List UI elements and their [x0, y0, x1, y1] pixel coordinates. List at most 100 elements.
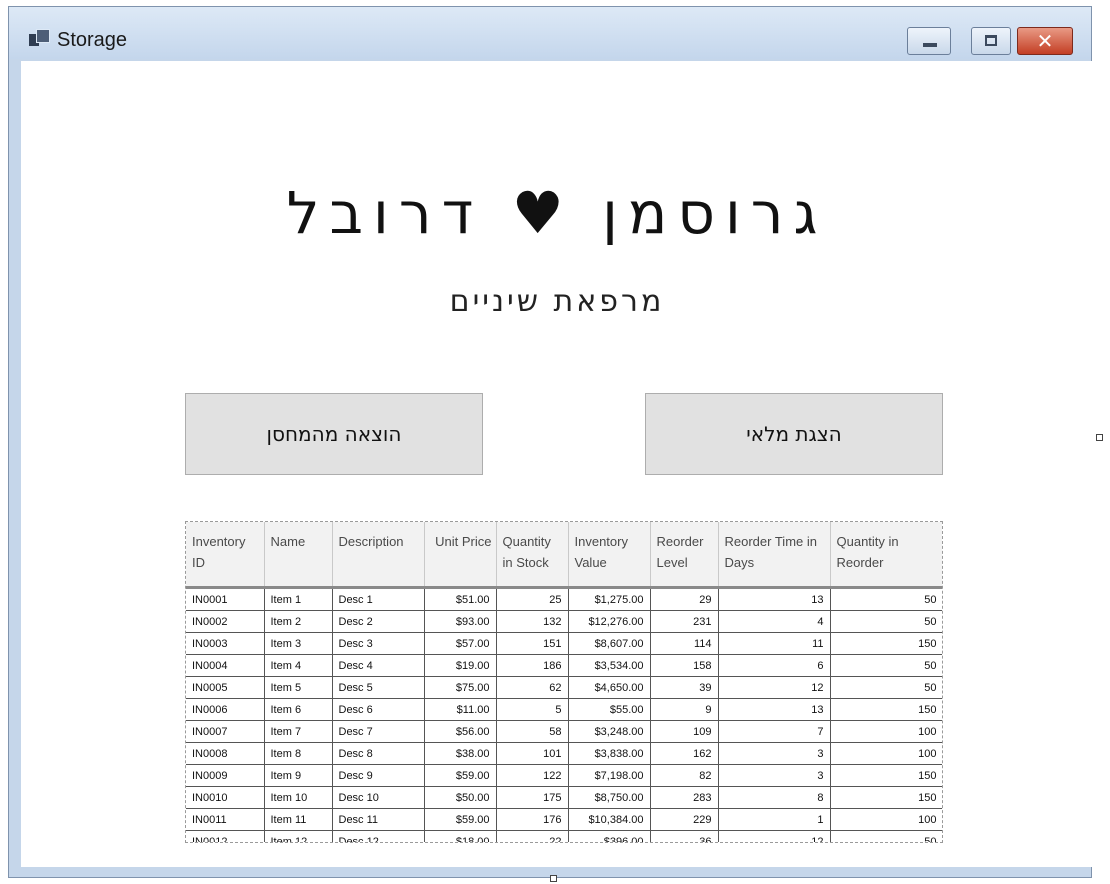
table-cell[interactable]: 231 [650, 610, 719, 633]
table-cell[interactable]: 39 [650, 676, 719, 699]
table-cell[interactable]: 283 [650, 786, 719, 809]
table-cell[interactable]: 8 [718, 786, 831, 809]
column-header[interactable]: Reorder Time in Days [718, 522, 831, 589]
table-cell[interactable]: 13 [718, 698, 831, 721]
table-cell[interactable]: Item 9 [264, 764, 333, 787]
table-cell[interactable]: IN0002 [186, 610, 265, 633]
table-cell[interactable]: $59.00 [424, 764, 497, 787]
table-row[interactable]: IN0006 Item 6 Desc 6 $11.00 5 $55.00 9 13 150 [186, 698, 942, 721]
table-cell[interactable]: 50 [830, 676, 942, 699]
table-cell[interactable]: 158 [650, 654, 719, 677]
table-row[interactable]: IN0011 Item 11 Desc 11 $59.00 176 $10,384.00 2… [186, 808, 942, 831]
app-window-icon[interactable] [29, 29, 50, 47]
column-header[interactable]: Description [332, 522, 425, 589]
table-cell[interactable]: $10,384.00 [568, 808, 651, 831]
table-cell[interactable]: 6 [718, 654, 831, 677]
table-cell[interactable]: $56.00 [424, 720, 497, 743]
table-cell[interactable]: IN0011 [186, 808, 265, 831]
table-cell[interactable]: $38.00 [424, 742, 497, 765]
table-cell[interactable]: 122 [496, 764, 569, 787]
issue-from-storage-button[interactable]: הוצאה מהמחסן [185, 393, 483, 475]
table-cell[interactable]: Desc 7 [332, 720, 425, 743]
table-cell[interactable]: $12,276.00 [568, 610, 651, 633]
table-cell[interactable]: 29 [650, 587, 719, 611]
table-cell[interactable]: Item 7 [264, 720, 333, 743]
column-header[interactable]: Quantity in Stock [496, 522, 569, 589]
table-cell[interactable]: 25 [496, 587, 569, 611]
table-cell[interactable]: Desc 5 [332, 676, 425, 699]
table-cell[interactable]: 150 [830, 632, 942, 655]
table-cell[interactable]: Desc 6 [332, 698, 425, 721]
show-inventory-button[interactable]: הצגת מלאי [645, 393, 943, 475]
table-cell[interactable]: $50.00 [424, 786, 497, 809]
table-cell[interactable]: Desc 10 [332, 786, 425, 809]
table-cell[interactable]: 4 [718, 610, 831, 633]
table-cell[interactable]: Desc 2 [332, 610, 425, 633]
table-cell[interactable]: 12 [718, 676, 831, 699]
table-cell[interactable]: Desc 3 [332, 632, 425, 655]
table-cell[interactable]: $7,198.00 [568, 764, 651, 787]
table-cell[interactable]: Desc 1 [332, 587, 425, 611]
table-cell[interactable]: 12 [718, 830, 831, 842]
table-cell[interactable]: 100 [830, 808, 942, 831]
table-cell[interactable]: IN0006 [186, 698, 265, 721]
table-cell[interactable]: 150 [830, 698, 942, 721]
table-cell[interactable]: 50 [830, 830, 942, 842]
table-cell[interactable]: $93.00 [424, 610, 497, 633]
table-cell[interactable]: 151 [496, 632, 569, 655]
table-cell[interactable]: 229 [650, 808, 719, 831]
column-header[interactable]: Reorder Level [650, 522, 719, 589]
table-cell[interactable]: 36 [650, 830, 719, 842]
table-cell[interactable]: IN0007 [186, 720, 265, 743]
table-cell[interactable]: 22 [496, 830, 569, 842]
table-cell[interactable]: 50 [830, 654, 942, 677]
table-row[interactable]: IN0002 Item 2 Desc 2 $93.00 132 $12,276.00 231… [186, 610, 942, 633]
table-cell[interactable]: IN0001 [186, 587, 265, 611]
table-cell[interactable]: $19.00 [424, 654, 497, 677]
table-cell[interactable]: IN0012 [186, 830, 265, 842]
table-cell[interactable]: Desc 11 [332, 808, 425, 831]
table-row[interactable]: IN0008 Item 8 Desc 8 $38.00 101 $3,838.00 162 3… [186, 742, 942, 765]
table-cell[interactable]: Desc 8 [332, 742, 425, 765]
table-cell[interactable]: 175 [496, 786, 569, 809]
table-cell[interactable]: $57.00 [424, 632, 497, 655]
resize-handle-bottom[interactable] [550, 875, 557, 882]
table-cell[interactable]: 62 [496, 676, 569, 699]
table-cell[interactable]: 3 [718, 764, 831, 787]
table-cell[interactable]: Item 8 [264, 742, 333, 765]
table-cell[interactable]: Item 12 [264, 830, 333, 842]
resize-handle-right[interactable] [1096, 434, 1103, 441]
table-cell[interactable]: 11 [718, 632, 831, 655]
table-cell[interactable]: 150 [830, 764, 942, 787]
table-cell[interactable]: 100 [830, 742, 942, 765]
table-cell[interactable]: 50 [830, 610, 942, 633]
table-cell[interactable]: $4,650.00 [568, 676, 651, 699]
table-cell[interactable]: 5 [496, 698, 569, 721]
table-cell[interactable]: Desc 12 [332, 830, 425, 842]
column-header[interactable]: Unit Price [424, 522, 497, 589]
table-cell[interactable]: 162 [650, 742, 719, 765]
table-cell[interactable]: 150 [830, 786, 942, 809]
table-cell[interactable]: IN0008 [186, 742, 265, 765]
table-cell[interactable]: Desc 9 [332, 764, 425, 787]
table-cell[interactable]: 82 [650, 764, 719, 787]
table-cell[interactable]: Desc 4 [332, 654, 425, 677]
table-row[interactable]: IN0004 Item 4 Desc 4 $19.00 186 $3,534.00 158 6… [186, 654, 942, 677]
table-cell[interactable]: 9 [650, 698, 719, 721]
table-cell[interactable]: IN0009 [186, 764, 265, 787]
table-cell[interactable]: 7 [718, 720, 831, 743]
table-cell[interactable]: 186 [496, 654, 569, 677]
table-cell[interactable]: 1 [718, 808, 831, 831]
table-cell[interactable]: 50 [830, 587, 942, 611]
table-row[interactable]: IN0012 Item 12 Desc 12 $18.00 22 $396.00 36 12 5… [186, 830, 942, 842]
table-cell[interactable]: IN0010 [186, 786, 265, 809]
table-cell[interactable]: $75.00 [424, 676, 497, 699]
column-header[interactable]: Inventory ID [186, 522, 265, 589]
table-cell[interactable]: $1,275.00 [568, 587, 651, 611]
table-cell[interactable]: $8,607.00 [568, 632, 651, 655]
table-cell[interactable]: IN0005 [186, 676, 265, 699]
table-row[interactable]: IN0007 Item 7 Desc 7 $56.00 58 $3,248.00 109 7 1… [186, 720, 942, 743]
table-row[interactable]: IN0003 Item 3 Desc 3 $57.00 151 $8,607.00 114 1… [186, 632, 942, 655]
table-cell[interactable]: Item 5 [264, 676, 333, 699]
close-button[interactable]: ✕ [1017, 27, 1073, 55]
